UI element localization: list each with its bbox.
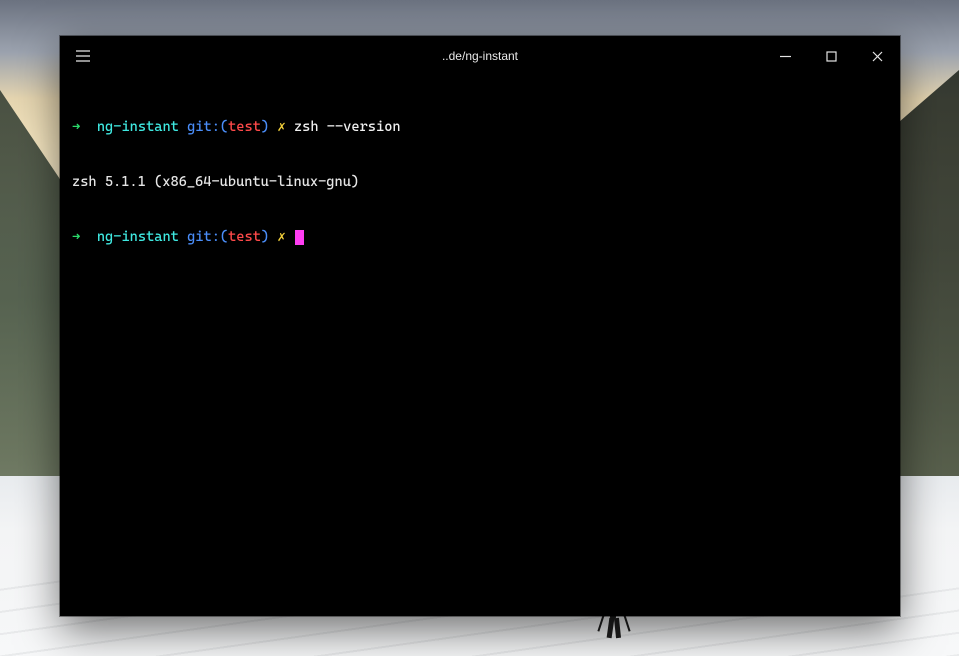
command-output: zsh 5.1.1 (x86_64-ubuntu-linux-gnu): [72, 173, 888, 191]
prompt-branch: test: [228, 119, 261, 135]
terminal-window: ..de/ng-instant ➜ ng-instant git:(test) …: [60, 36, 900, 616]
prompt-git-prefix: git:(: [187, 229, 228, 245]
prompt-dir: ng-instant: [97, 229, 179, 245]
entered-command: zsh --version: [294, 119, 401, 135]
window-controls: [762, 36, 900, 76]
cursor: [295, 230, 304, 245]
titlebar[interactable]: ..de/ng-instant: [60, 36, 900, 76]
prompt-arrow: ➜: [72, 229, 80, 245]
minimize-button[interactable]: [762, 36, 808, 76]
prompt-branch: test: [228, 229, 261, 245]
prompt-git-suffix: ): [261, 229, 269, 245]
prompt-dir: ng-instant: [97, 119, 179, 135]
prompt-arrow: ➜: [72, 119, 80, 135]
close-button[interactable]: [854, 36, 900, 76]
prompt-line-1: ➜ ng-instant git:(test) ✗ zsh --version: [72, 118, 888, 136]
maximize-button[interactable]: [808, 36, 854, 76]
terminal-body[interactable]: ➜ ng-instant git:(test) ✗ zsh --version …: [60, 76, 900, 616]
hamburger-menu-icon[interactable]: [60, 36, 106, 76]
prompt-line-2: ➜ ng-instant git:(test) ✗: [72, 228, 888, 246]
prompt-git-prefix: git:(: [187, 119, 228, 135]
prompt-git-suffix: ): [261, 119, 269, 135]
prompt-dirty-mark: ✗: [277, 229, 285, 245]
prompt-dirty-mark: ✗: [277, 119, 285, 135]
desktop-wallpaper: ..de/ng-instant ➜ ng-instant git:(test) …: [0, 0, 959, 656]
